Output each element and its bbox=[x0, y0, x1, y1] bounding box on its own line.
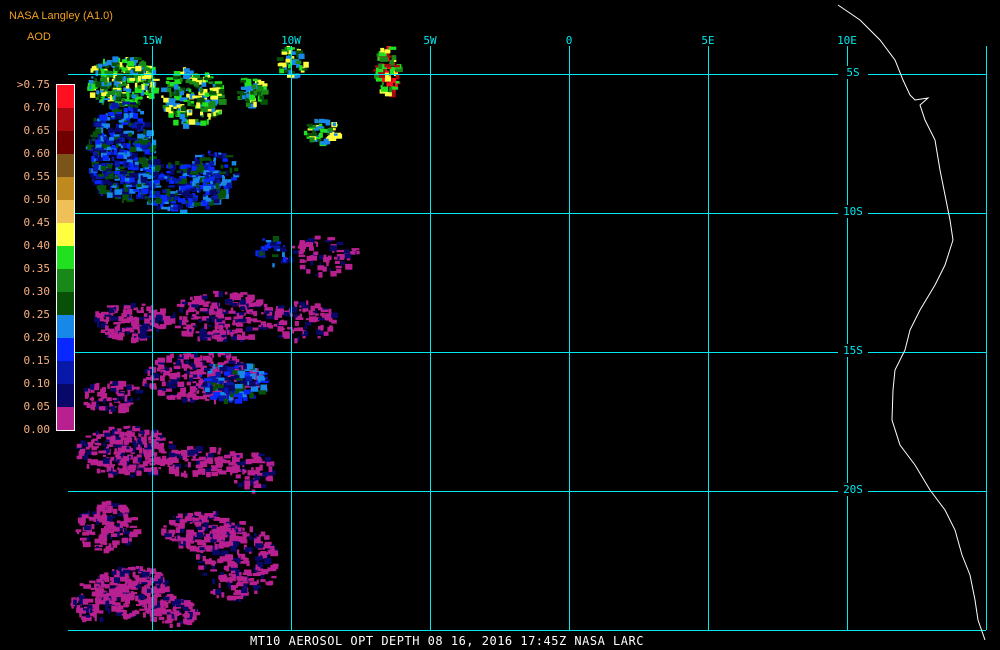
legend-label: >0.75 bbox=[16, 78, 50, 91]
legend-label: 0.05 bbox=[23, 400, 51, 413]
legend-label: 0.00 bbox=[23, 423, 51, 436]
aerosol-pixels bbox=[70, 45, 403, 628]
unit-label: AOD bbox=[27, 31, 51, 43]
legend-label: 0.55 bbox=[23, 170, 51, 183]
legend-label: 0.15 bbox=[23, 354, 51, 367]
latitude-label: 5S bbox=[838, 66, 868, 79]
latitude-label: 15S bbox=[838, 344, 868, 357]
legend-swatch bbox=[57, 292, 74, 315]
legend-swatch bbox=[57, 361, 74, 384]
longitude-label: 0 bbox=[565, 34, 573, 47]
legend-swatch bbox=[57, 200, 74, 223]
color-scale-bar bbox=[56, 84, 75, 431]
legend-label: 0.60 bbox=[23, 147, 51, 160]
legend-label: 0.50 bbox=[23, 193, 51, 206]
legend-swatch bbox=[57, 108, 74, 131]
legend-label: 0.20 bbox=[23, 331, 51, 344]
longitude-label: 10E bbox=[837, 34, 857, 47]
legend-swatch bbox=[57, 338, 74, 361]
legend-label: 0.40 bbox=[23, 239, 51, 252]
legend-swatch bbox=[57, 246, 74, 269]
latitude-label: 10S bbox=[838, 205, 868, 218]
legend-label: 0.25 bbox=[23, 308, 51, 321]
legend-swatch bbox=[57, 223, 74, 246]
legend-swatch bbox=[57, 177, 74, 200]
legend-swatch bbox=[57, 85, 74, 108]
legend-label: 0.45 bbox=[23, 216, 51, 229]
legend-label: 0.70 bbox=[23, 101, 51, 114]
legend-swatch bbox=[57, 315, 74, 338]
legend-swatch bbox=[57, 407, 74, 430]
footer-caption: MT10 AEROSOL OPT DEPTH 08 16, 2016 17:45… bbox=[250, 634, 644, 648]
legend-label: 0.65 bbox=[23, 124, 51, 137]
legend-label: 0.10 bbox=[23, 377, 51, 390]
longitude-label: 15W bbox=[142, 34, 162, 47]
legend-swatch bbox=[57, 131, 74, 154]
longitude-label: 5W bbox=[423, 34, 437, 47]
coastline bbox=[837, 4, 986, 641]
legend-label: 0.35 bbox=[23, 262, 51, 275]
longitude-label: 10W bbox=[281, 34, 301, 47]
legend-swatch bbox=[57, 154, 74, 177]
latitude-label: 20S bbox=[838, 483, 868, 496]
legend-swatch bbox=[57, 384, 74, 407]
aod-map bbox=[68, 4, 987, 641]
longitude-label: 5E bbox=[701, 34, 715, 47]
legend-label: 0.30 bbox=[23, 285, 51, 298]
source-title: NASA Langley (A1.0) bbox=[9, 10, 113, 22]
legend-swatch bbox=[57, 269, 74, 292]
